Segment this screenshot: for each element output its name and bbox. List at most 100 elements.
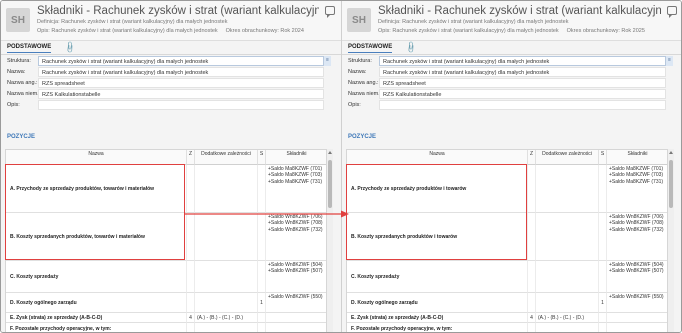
row-s-cell[interactable]: [599, 323, 607, 332]
scroll-thumb[interactable]: [328, 160, 332, 208]
column-header-name[interactable]: Nazwa: [347, 150, 528, 165]
attachment-icon[interactable]: 📎: [63, 41, 76, 54]
row-name-cell[interactable]: F. Pozostałe przychody operacyjne, w tym…: [6, 323, 187, 332]
row-z-cell[interactable]: [187, 213, 195, 261]
row-components-cell[interactable]: +Saldo Wn8KZWF (504) +Saldo Wn8KZWF (507): [607, 261, 667, 293]
struktura-field[interactable]: Rachunek zysków i strat (wariant kalkula…: [379, 56, 673, 66]
row-name-cell[interactable]: D. Koszty ogólnego zarządu: [6, 293, 187, 313]
row-deps-cell[interactable]: [195, 261, 258, 293]
row-z-cell[interactable]: [187, 261, 195, 293]
tab-podstawowe[interactable]: PODSTAWOWE: [348, 44, 393, 53]
column-header-z[interactable]: Z: [528, 150, 536, 165]
row-z-cell[interactable]: [528, 261, 536, 293]
column-header-name[interactable]: Nazwa: [6, 150, 187, 165]
comment-icon[interactable]: [325, 6, 335, 18]
change-arrow: [184, 210, 349, 218]
row-s-cell[interactable]: [258, 213, 266, 261]
tab-podstawowe[interactable]: PODSTAWOWE: [7, 44, 52, 53]
component-entry: +Saldo Wn8KZWF (507): [609, 268, 664, 275]
row-components-cell[interactable]: [266, 313, 326, 323]
row-s-cell[interactable]: [599, 165, 607, 213]
table-scrollbar[interactable]: [668, 149, 674, 332]
row-z-cell[interactable]: [528, 165, 536, 213]
row-deps-cell[interactable]: [195, 323, 258, 332]
row-deps-cell[interactable]: [195, 293, 258, 313]
row-z-cell[interactable]: [187, 323, 195, 332]
component-entry: +Saldo Wn8KZWF (550): [609, 294, 664, 300]
row-name-cell[interactable]: E. Zysk (strata) ze sprzedaży (A-B-C-D): [6, 313, 187, 323]
row-name-cell[interactable]: D. Koszty ogólnego zarządu: [347, 293, 528, 313]
row-z-cell[interactable]: [528, 293, 536, 313]
row-components-cell[interactable]: +Saldo Ma8KZWF (701) +Saldo Ma8KZWF (703)…: [607, 165, 667, 213]
column-header-s[interactable]: S: [258, 150, 266, 165]
row-deps-cell[interactable]: [536, 261, 599, 293]
row-z-cell[interactable]: 4: [187, 313, 195, 323]
column-header-deps[interactable]: Dodatkowe zależności: [195, 150, 258, 165]
row-s-cell[interactable]: [258, 261, 266, 293]
row-deps-cell[interactable]: [536, 213, 599, 261]
row-deps-cell[interactable]: [536, 165, 599, 213]
dropdown-icon[interactable]: ≡: [323, 56, 331, 66]
nazwa-field[interactable]: Rachunek zysków i strat (wariant kalkula…: [379, 67, 666, 77]
row-deps-cell[interactable]: [195, 165, 258, 213]
row-s-cell[interactable]: [258, 313, 266, 323]
row-s-cell[interactable]: [258, 165, 266, 213]
row-name-cell[interactable]: F. Pozostałe przychody operacyjne, w tym…: [347, 323, 528, 332]
row-s-cell[interactable]: 1: [258, 293, 266, 313]
struktura-field[interactable]: Rachunek zysków i strat (wariant kalkula…: [38, 56, 331, 66]
column-header-z[interactable]: Z: [187, 150, 195, 165]
dropdown-icon[interactable]: ≡: [665, 56, 673, 66]
row-s-cell[interactable]: 1: [599, 293, 607, 313]
row-components-cell[interactable]: +Saldo Ma8KZWF (701) +Saldo Ma8KZWF (703)…: [266, 165, 326, 213]
comment-icon[interactable]: [667, 6, 677, 18]
nazwa-niem-field[interactable]: RZS Kalkulationstabelle: [379, 89, 666, 99]
nazwa-field[interactable]: Rachunek zysków i strat (wariant kalkula…: [38, 67, 324, 77]
row-components-cell[interactable]: +Saldo Wn8KZWF (550): [607, 293, 667, 313]
row-z-cell[interactable]: [187, 165, 195, 213]
table-scrollbar[interactable]: [327, 149, 333, 332]
row-z-cell[interactable]: [528, 213, 536, 261]
column-header-s[interactable]: S: [599, 150, 607, 165]
component-entry: +Saldo Wn8KZWF (732): [268, 226, 323, 233]
nazwa-ang-field[interactable]: RZS spreadsheet: [379, 78, 666, 88]
row-s-cell[interactable]: [599, 313, 607, 323]
row-name-cell[interactable]: E. Zysk (strata) ze sprzedaży (A-B-C-D): [347, 313, 528, 323]
nazwa-niem-field[interactable]: RZS Kalkulationstabelle: [38, 89, 324, 99]
nazwa-ang-field[interactable]: RZS spreadsheet: [38, 78, 324, 88]
row-deps-cell[interactable]: [195, 213, 258, 261]
row-s-cell[interactable]: [599, 213, 607, 261]
scroll-up-icon[interactable]: [669, 151, 673, 154]
row-components-cell[interactable]: +Saldo Wn8KZWF (706) +Saldo Wn8KZWF (708)…: [266, 213, 326, 261]
column-header-parts[interactable]: Składniki: [607, 150, 667, 165]
right-pane: SH Składniki - Rachunek zysków i strat (w…: [342, 1, 681, 332]
row-z-cell[interactable]: 4: [528, 313, 536, 323]
form-row: Nazwa: Rachunek zysków i strat (wariant k…: [342, 67, 681, 78]
opis-field[interactable]: [379, 100, 666, 110]
row-s-cell[interactable]: [258, 323, 266, 332]
changed-rows-highlight: [5, 164, 185, 260]
component-entry: +Saldo Wn8KZWF (708): [609, 220, 664, 227]
row-deps-cell[interactable]: [536, 323, 599, 332]
row-components-cell[interactable]: +Saldo Wn8KZWF (706) +Saldo Wn8KZWF (708)…: [607, 213, 667, 261]
opis-field[interactable]: [38, 100, 324, 110]
row-components-cell[interactable]: +Saldo Wn8KZWF (550): [266, 293, 326, 313]
window-header: SH Składniki - Rachunek zysków i strat (w…: [342, 1, 681, 41]
row-deps-cell[interactable]: (A.) - (B.) - (C.) - (D.): [536, 313, 599, 323]
row-z-cell[interactable]: [187, 293, 195, 313]
row-components-cell[interactable]: +Saldo Wn8KZWF (504) +Saldo Wn8KZWF (507): [266, 261, 326, 293]
scroll-thumb[interactable]: [669, 160, 673, 208]
row-z-cell[interactable]: [528, 323, 536, 332]
field-label: Nazwa:: [348, 69, 367, 75]
row-components-cell[interactable]: [607, 313, 667, 323]
row-deps-cell[interactable]: (A.) - (B.) - (C.) - (D.): [195, 313, 258, 323]
row-name-cell[interactable]: C. Koszty sprzedaży: [6, 261, 187, 293]
row-components-cell[interactable]: [266, 323, 326, 332]
attachment-icon[interactable]: 📎: [404, 41, 417, 54]
column-header-deps[interactable]: Dodatkowe zależności: [536, 150, 599, 165]
row-name-cell[interactable]: C. Koszty sprzedaży: [347, 261, 528, 293]
row-components-cell[interactable]: [607, 323, 667, 332]
scroll-up-icon[interactable]: [328, 151, 332, 154]
row-s-cell[interactable]: [599, 261, 607, 293]
column-header-parts[interactable]: Składniki: [266, 150, 326, 165]
row-deps-cell[interactable]: [536, 293, 599, 313]
